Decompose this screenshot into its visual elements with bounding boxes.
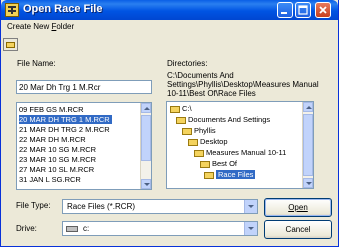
window-title: Open Race File (23, 3, 103, 15)
file-list-item[interactable]: 21 MAR DH TRG 2 M.RCR (19, 125, 110, 134)
directories-label: Directories: (167, 59, 208, 68)
title-bar[interactable]: Open Race File (1, 0, 338, 20)
menu-label-pre: Create New (7, 22, 52, 31)
directory-path-line-1: C:\Documents And (167, 71, 234, 80)
maximize-button[interactable] (295, 2, 311, 18)
arrow-up-icon (306, 106, 312, 109)
scroll-thumb[interactable] (303, 114, 313, 176)
directory-node[interactable]: C:\ (170, 104, 192, 114)
menu-create-new-folder[interactable]: Create New Folder (7, 22, 74, 31)
arrow-up-icon (144, 107, 150, 110)
app-icon (5, 3, 19, 17)
file-list-item[interactable]: 22 MAR 10 SG M.RCR (19, 145, 96, 154)
folder-icon (182, 127, 192, 135)
folder-icon (188, 138, 198, 146)
file-type-label: File Type: (16, 201, 51, 210)
file-list-item[interactable]: 31 JAN L SG.RCR (19, 175, 81, 184)
scroll-thumb[interactable] (141, 115, 151, 161)
open-button-label: Open (288, 203, 308, 212)
file-list-item[interactable]: 22 MAR DH M.RCR (19, 135, 86, 144)
scroll-down-button[interactable] (303, 178, 313, 188)
directory-tree-scrollbar[interactable] (302, 102, 313, 188)
file-list-scrollbar[interactable] (140, 103, 151, 189)
drive-value: c: (83, 224, 90, 233)
file-list-item[interactable]: 20 MAR DH TRG 1 M.RCR (19, 115, 112, 124)
scroll-down-button[interactable] (141, 179, 151, 189)
folder-icon (170, 105, 180, 113)
chevron-down-icon[interactable] (244, 222, 257, 235)
directory-node-label: Phyllis (194, 126, 216, 135)
arrow-down-icon (144, 183, 150, 186)
file-name-label: File Name: (17, 59, 56, 68)
new-folder-icon (6, 42, 15, 48)
cancel-button[interactable]: Cancel (264, 220, 332, 239)
directory-node-label: C:\ (182, 104, 192, 113)
folder-icon (204, 171, 214, 179)
directory-path-line-2: Settings\Phyllis\Desktop\Measures Manual (167, 80, 319, 89)
folder-icon (194, 149, 204, 157)
new-folder-button[interactable] (3, 38, 18, 51)
close-button[interactable] (315, 2, 331, 18)
minimize-button[interactable] (277, 2, 293, 18)
menu-label-post: older (56, 22, 75, 31)
drive-select[interactable]: c: (62, 221, 258, 236)
directory-node-label: Race Files (216, 170, 256, 179)
directory-path-line-3: 10-11\Best Of\Race Files (167, 89, 256, 98)
directory-node-label: Documents And Settings (188, 115, 271, 124)
directory-node[interactable]: Phyllis (182, 126, 216, 136)
chevron-down-icon[interactable] (244, 200, 257, 213)
open-race-file-dialog: Open Race File Create New Folder File Na… (0, 0, 339, 247)
directory-node[interactable]: Best Of (200, 159, 237, 169)
file-list-item[interactable]: 23 MAR 10 SG M.RCR (19, 155, 96, 164)
arrow-down-icon (306, 182, 312, 185)
directory-tree[interactable]: C:\ Documents And Settings Phyllis Desktop M… (166, 101, 314, 189)
menu-bar: Create New Folder (1, 20, 338, 34)
scroll-up-button[interactable] (303, 102, 313, 112)
minimize-icon (281, 12, 287, 14)
file-type-select[interactable]: Race Files (*.RCR) (62, 199, 258, 214)
file-name-input[interactable]: 20 Mar Dh Trg 1 M.Rcr (16, 80, 152, 94)
file-type-value: Race Files (*.RCR) (67, 202, 136, 211)
directory-node[interactable]: Race Files (204, 170, 256, 180)
file-list[interactable]: 09 FEB GS M.RCR 20 MAR DH TRG 1 M.RCR 21 M… (16, 102, 152, 190)
file-list-item[interactable]: 09 FEB GS M.RCR (19, 105, 84, 114)
directory-node-label: Desktop (200, 137, 228, 146)
scroll-up-button[interactable] (141, 103, 151, 113)
drive-label: Drive: (16, 224, 37, 233)
cancel-button-label: Cancel (285, 225, 311, 234)
directory-node[interactable]: Measures Manual 10-11 (194, 148, 286, 158)
open-button[interactable]: Open (264, 198, 332, 217)
directory-node[interactable]: Documents And Settings (176, 115, 270, 125)
hard-drive-icon (66, 226, 78, 232)
directory-node[interactable]: Desktop (188, 137, 228, 147)
close-icon (319, 6, 327, 14)
directory-node-label: Measures Manual 10-11 (206, 148, 287, 157)
file-name-value: 20 Mar Dh Trg 1 M.Rcr (19, 83, 101, 92)
directory-node-label: Best Of (212, 159, 238, 168)
file-list-item[interactable]: 27 MAR 10 SL M.RCR (19, 165, 94, 174)
folder-icon (200, 160, 210, 168)
maximize-icon (298, 5, 308, 15)
folder-icon (176, 116, 186, 124)
